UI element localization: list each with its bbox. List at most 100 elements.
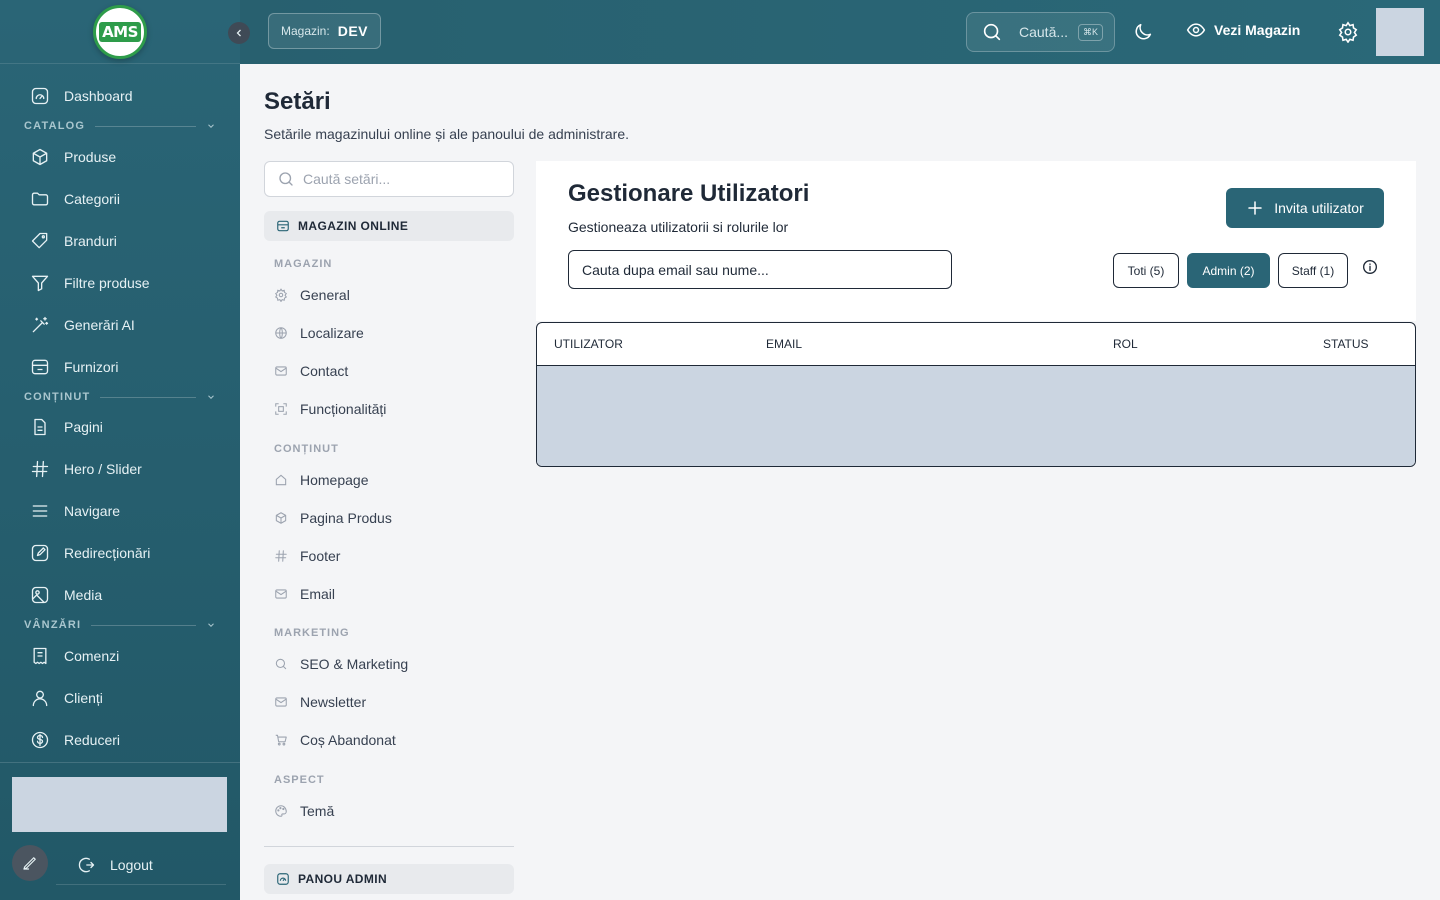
section-label: CONȚINUT — [24, 391, 91, 403]
plus-icon — [1248, 201, 1262, 215]
users-panel-title: Gestionare Utilizatori — [568, 180, 810, 207]
sidebar-item-navigare[interactable]: Navigare — [12, 492, 228, 530]
wand-icon — [32, 316, 49, 333]
logout-button[interactable]: Logout — [56, 845, 226, 885]
settings-item-label: SEO & Marketing — [300, 656, 409, 672]
settings-item-tema[interactable]: Temă — [274, 799, 514, 823]
global-search[interactable]: Caută... ⌘K — [966, 12, 1115, 52]
column-header-user[interactable]: UTILIZATOR — [554, 337, 623, 351]
settings-item-general[interactable]: General — [274, 283, 514, 307]
users-panel: Gestionare Utilizatori Gestioneaza utili… — [536, 161, 1416, 321]
home-icon — [275, 474, 287, 486]
mail-icon — [275, 589, 287, 599]
hash-icon — [31, 460, 49, 478]
sidebar-item-label: Produse — [64, 149, 117, 165]
settings-item-email[interactable]: Email — [274, 582, 514, 606]
settings-button[interactable] — [1337, 21, 1359, 43]
sidebar-item-categorii[interactable]: Categorii — [12, 180, 228, 218]
settings-search-input[interactable]: Caută setări... — [264, 161, 514, 197]
mail-icon — [275, 366, 287, 376]
user-search-input[interactable]: Cauta dupa email sau nume... — [568, 250, 952, 289]
globe-icon — [275, 327, 287, 339]
mail-icon — [275, 697, 287, 707]
gauge-icon — [31, 87, 49, 105]
sidebar-item-filtre[interactable]: Filtre produse — [12, 264, 228, 302]
sidebar-item-label: Clienți — [64, 690, 103, 706]
section-vanzari[interactable]: VÂNZĂRI — [24, 617, 216, 633]
avatar[interactable] — [1376, 8, 1424, 56]
sidebar-item-comenzi[interactable]: Comenzi — [12, 637, 228, 675]
image-icon — [31, 586, 49, 604]
box-icon — [32, 148, 48, 166]
settings-item-label: Funcționalități — [300, 401, 387, 417]
section-label: CATALOG — [24, 120, 86, 132]
settings-item-localizare[interactable]: Localizare — [274, 321, 514, 345]
sidebar-item-furnizori[interactable]: Furnizori — [12, 348, 228, 386]
dollar-icon — [31, 731, 49, 749]
receipt-icon — [33, 647, 47, 665]
info-icon[interactable] — [1362, 259, 1378, 275]
view-store-link[interactable]: Vezi Magazin — [1186, 20, 1300, 40]
gauge-icon — [277, 873, 289, 885]
filter-admin[interactable]: Admin (2) — [1187, 253, 1270, 288]
settings-item-cos-abandonat[interactable]: Coș Abandonat — [274, 728, 514, 752]
settings-item-label: Newsletter — [300, 694, 367, 710]
settings-group-admin-panel[interactable]: PANOU ADMIN — [264, 864, 514, 894]
settings-item-functionalitati[interactable]: Funcționalități — [274, 397, 514, 421]
settings-item-homepage[interactable]: Homepage — [274, 468, 514, 492]
sidebar-item-clienti[interactable]: Clienți — [12, 679, 228, 717]
gear-icon — [275, 288, 287, 302]
view-store-label: Vezi Magazin — [1214, 22, 1301, 38]
sidebar-item-pagini[interactable]: Pagini — [12, 408, 228, 446]
settings-item-label: Temă — [300, 803, 335, 819]
sidebar-item-label: Hero / Slider — [64, 461, 142, 477]
user-search-placeholder: Cauta dupa email sau nume... — [582, 261, 769, 278]
sidebar-item-label: Categorii — [64, 191, 121, 207]
sidebar-item-hero-slider[interactable]: Hero / Slider — [12, 450, 228, 488]
sidebar-item-label: Branduri — [64, 233, 117, 249]
sidebar-item-reduceri[interactable]: Reduceri — [12, 721, 228, 759]
column-header-status[interactable]: STATUS — [1323, 337, 1369, 351]
sidebar-item-label: Navigare — [64, 503, 121, 519]
sidebar-item-generari-ai[interactable]: Generări AI — [12, 306, 228, 344]
settings-item-contact[interactable]: Contact — [274, 359, 514, 383]
settings-section-aspect: ASPECT — [274, 774, 325, 786]
settings-item-seo-marketing[interactable]: SEO & Marketing — [274, 652, 514, 676]
moon-icon — [1135, 23, 1152, 40]
sidebar-item-redirectionari[interactable]: Redirecționări — [12, 534, 228, 572]
section-continut[interactable]: CONȚINUT — [24, 389, 216, 405]
column-header-role[interactable]: ROL — [1113, 337, 1138, 351]
settings-item-pagina-produs[interactable]: Pagina Produs — [274, 506, 514, 530]
settings-item-label: Footer — [300, 548, 341, 564]
dark-mode-toggle[interactable] — [1132, 21, 1154, 43]
sidebar-item-branduri[interactable]: Branduri — [12, 222, 228, 260]
chevron-left-icon — [236, 29, 241, 37]
sidebar-collapse-button[interactable] — [228, 22, 250, 44]
sidebar-item-dashboard[interactable]: Dashboard — [12, 77, 228, 115]
settings-item-label: Contact — [300, 363, 349, 379]
settings-item-footer[interactable]: Footer — [274, 544, 514, 568]
logo[interactable]: AMS — [93, 5, 147, 59]
invite-user-button[interactable]: Invita utilizator — [1226, 188, 1384, 228]
store-selector[interactable]: Magazin: DEV — [268, 13, 381, 49]
filter-all[interactable]: Toti (5) — [1113, 253, 1179, 288]
section-catalog[interactable]: CATALOG — [24, 118, 216, 134]
settings-section-marketing: MARKETING — [274, 627, 350, 639]
sidebar-item-label: Pagini — [64, 419, 103, 435]
logo-text: AMS — [99, 22, 141, 42]
sidebar-item-label: Comenzi — [64, 648, 120, 664]
chevron-down-icon — [208, 395, 214, 399]
filter-staff[interactable]: Staff (1) — [1278, 253, 1348, 288]
sidebar-item-media[interactable]: Media — [12, 576, 228, 614]
sidebar-item-produse[interactable]: Produse — [12, 138, 228, 176]
settings-group-online-store[interactable]: MAGAZIN ONLINE — [264, 211, 514, 241]
search-shortcut: ⌘K — [1078, 23, 1104, 41]
settings-item-label: Homepage — [300, 472, 369, 488]
chevron-down-icon — [208, 124, 214, 128]
settings-section-magazin: MAGAZIN — [274, 258, 333, 270]
theme-editor-button[interactable] — [12, 845, 48, 881]
column-header-email[interactable]: EMAIL — [766, 337, 802, 351]
settings-group-label: MAGAZIN ONLINE — [298, 219, 409, 233]
settings-item-newsletter[interactable]: Newsletter — [274, 690, 514, 714]
box-icon — [275, 512, 287, 524]
